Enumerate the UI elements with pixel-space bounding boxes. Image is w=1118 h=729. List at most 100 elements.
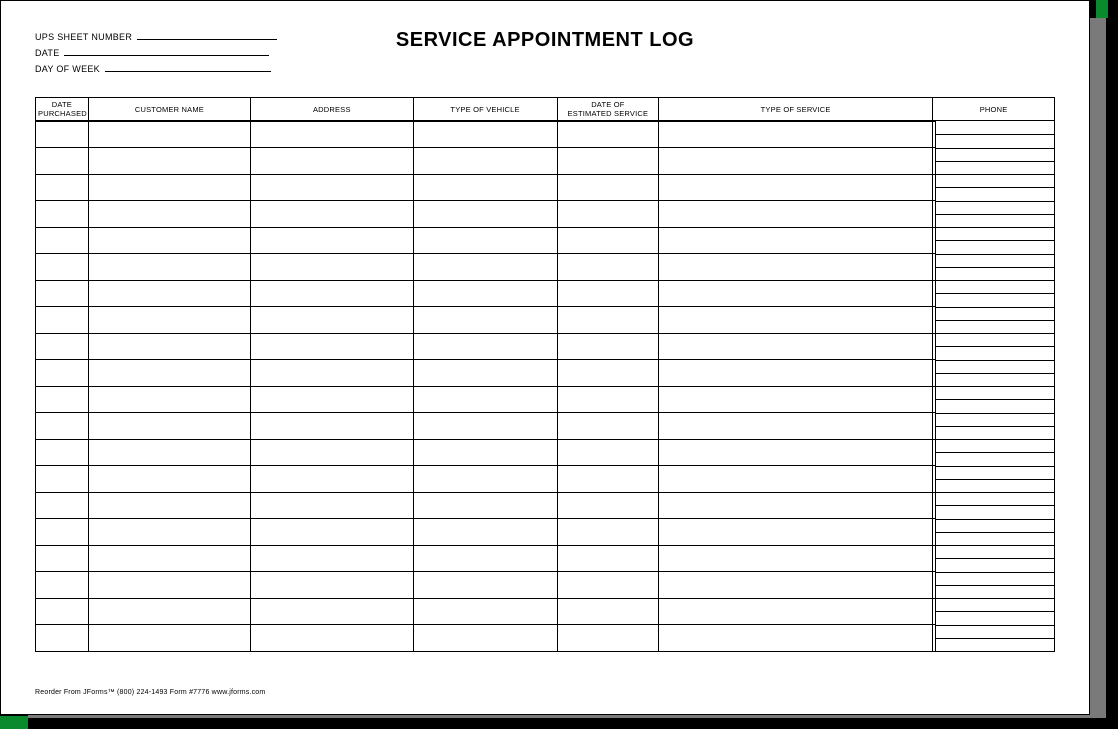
table-cell[interactable] <box>557 625 658 652</box>
table-cell[interactable] <box>36 280 89 307</box>
table-cell[interactable] <box>251 121 413 148</box>
phone-subrow[interactable] <box>936 307 1054 320</box>
table-cell[interactable] <box>413 572 557 599</box>
table-cell[interactable] <box>88 386 250 413</box>
table-cell[interactable] <box>659 413 933 440</box>
table-cell[interactable] <box>557 386 658 413</box>
phone-subrow[interactable] <box>936 121 1054 134</box>
phone-subrow[interactable] <box>936 227 1054 240</box>
phone-subrow[interactable] <box>936 452 1054 465</box>
table-cell[interactable] <box>88 598 250 625</box>
phone-subrow[interactable] <box>936 333 1054 346</box>
table-cell[interactable] <box>659 466 933 493</box>
table-cell[interactable] <box>251 280 413 307</box>
table-row[interactable] <box>36 201 1055 228</box>
table-cell[interactable] <box>659 439 933 466</box>
table-cell[interactable] <box>659 201 933 228</box>
table-cell[interactable] <box>88 174 250 201</box>
table-cell[interactable] <box>413 466 557 493</box>
table-cell[interactable] <box>36 174 89 201</box>
phone-subrow[interactable] <box>936 598 1054 611</box>
phone-subrow[interactable] <box>936 638 1054 651</box>
table-row[interactable] <box>36 121 1055 148</box>
table-cell[interactable] <box>36 572 89 599</box>
table-cell[interactable] <box>557 572 658 599</box>
table-cell[interactable] <box>36 413 89 440</box>
phone-subrow[interactable] <box>936 519 1054 532</box>
phone-subrow[interactable] <box>936 201 1054 214</box>
table-cell[interactable] <box>413 492 557 519</box>
table-cell[interactable] <box>659 545 933 572</box>
table-cell[interactable] <box>251 227 413 254</box>
table-row[interactable] <box>36 360 1055 387</box>
table-cell[interactable] <box>36 492 89 519</box>
phone-subrow[interactable] <box>936 492 1054 505</box>
table-cell[interactable] <box>88 333 250 360</box>
phone-subrow[interactable] <box>936 611 1054 624</box>
table-row[interactable] <box>36 572 1055 599</box>
table-cell[interactable] <box>557 148 658 175</box>
table-cell[interactable] <box>557 227 658 254</box>
table-cell[interactable] <box>251 254 413 281</box>
table-cell[interactable] <box>557 307 658 334</box>
phone-subrow[interactable] <box>936 505 1054 518</box>
table-row[interactable] <box>36 519 1055 546</box>
table-row[interactable] <box>36 545 1055 572</box>
table-cell[interactable] <box>251 466 413 493</box>
table-cell[interactable] <box>557 280 658 307</box>
table-cell[interactable] <box>659 333 933 360</box>
table-cell[interactable] <box>251 519 413 546</box>
table-cell[interactable] <box>659 254 933 281</box>
phone-subrow[interactable] <box>936 413 1054 426</box>
table-row[interactable] <box>36 280 1055 307</box>
table-cell[interactable] <box>88 466 250 493</box>
table-cell[interactable] <box>413 148 557 175</box>
phone-subrow[interactable] <box>936 572 1054 585</box>
phone-subrow[interactable] <box>936 254 1054 267</box>
table-cell[interactable] <box>88 519 250 546</box>
table-cell[interactable] <box>88 545 250 572</box>
table-cell[interactable] <box>413 280 557 307</box>
table-cell[interactable] <box>413 545 557 572</box>
table-cell[interactable] <box>413 254 557 281</box>
table-cell[interactable] <box>36 439 89 466</box>
phone-subrow[interactable] <box>936 426 1054 439</box>
table-cell[interactable] <box>557 333 658 360</box>
date-blank[interactable] <box>64 46 269 56</box>
table-cell[interactable] <box>251 360 413 387</box>
table-cell[interactable] <box>36 360 89 387</box>
table-cell[interactable] <box>88 254 250 281</box>
table-cell[interactable] <box>557 121 658 148</box>
table-cell[interactable] <box>251 307 413 334</box>
table-cell[interactable] <box>557 254 658 281</box>
phone-subrow[interactable] <box>936 466 1054 479</box>
table-row[interactable] <box>36 439 1055 466</box>
table-cell[interactable] <box>659 280 933 307</box>
table-cell[interactable] <box>88 227 250 254</box>
table-cell[interactable] <box>36 466 89 493</box>
table-cell[interactable] <box>413 386 557 413</box>
table-cell[interactable] <box>251 439 413 466</box>
table-cell[interactable] <box>36 333 89 360</box>
table-cell[interactable] <box>659 519 933 546</box>
table-cell[interactable] <box>557 466 658 493</box>
table-cell[interactable] <box>251 625 413 652</box>
table-cell[interactable] <box>88 148 250 175</box>
table-cell[interactable] <box>88 307 250 334</box>
phone-subrow[interactable] <box>936 585 1054 598</box>
table-cell[interactable] <box>88 572 250 599</box>
phone-subrow[interactable] <box>936 532 1054 545</box>
table-cell[interactable] <box>413 439 557 466</box>
table-row[interactable] <box>36 307 1055 334</box>
table-cell[interactable] <box>88 625 250 652</box>
phone-subrow[interactable] <box>936 439 1054 452</box>
table-cell[interactable] <box>659 227 933 254</box>
table-cell[interactable] <box>557 174 658 201</box>
phone-subrow[interactable] <box>936 148 1054 161</box>
table-cell[interactable] <box>413 227 557 254</box>
table-cell[interactable] <box>413 519 557 546</box>
phone-subrow[interactable] <box>936 479 1054 492</box>
phone-subrow[interactable] <box>936 373 1054 386</box>
table-cell[interactable] <box>413 413 557 440</box>
table-cell[interactable] <box>36 598 89 625</box>
